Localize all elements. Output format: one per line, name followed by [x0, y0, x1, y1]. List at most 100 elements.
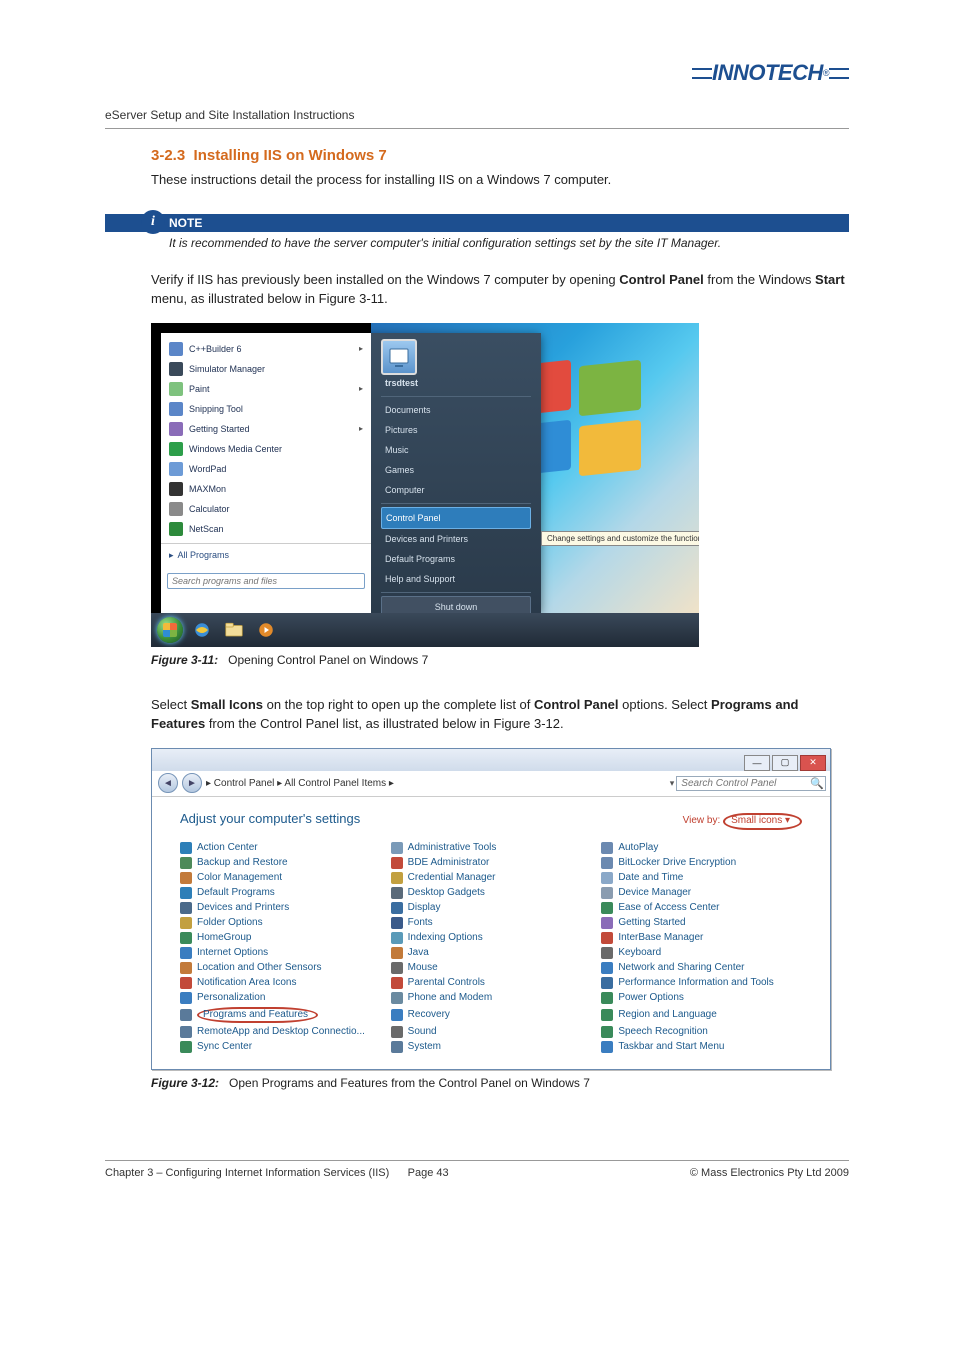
cp-item[interactable]: Taskbar and Start Menu [601, 1041, 802, 1053]
cp-item[interactable]: Display [391, 902, 592, 914]
cp-item[interactable]: Administrative Tools [391, 842, 592, 854]
app-icon [169, 522, 183, 536]
app-label: WordPad [189, 464, 226, 474]
cp-item[interactable]: Personalization [180, 992, 381, 1004]
nav-fwd-icon[interactable]: ► [182, 773, 202, 793]
start-app-item[interactable]: MAXMon [161, 479, 371, 499]
cp-search-input[interactable] [676, 776, 826, 791]
cp-item-label: Credential Manager [408, 872, 496, 883]
cp-item[interactable]: Ease of Access Center [601, 902, 802, 914]
cp-item[interactable]: Devices and Printers [180, 902, 381, 914]
taskbar-explorer-icon[interactable] [221, 619, 247, 641]
cp-item[interactable]: Indexing Options [391, 932, 592, 944]
nav-back-icon[interactable]: ◄ [158, 773, 178, 793]
cp-item[interactable]: Location and Other Sensors [180, 962, 381, 974]
control-panel-tooltip: Change settings and customize the functi… [541, 531, 699, 546]
cp-item[interactable]: Color Management [180, 872, 381, 884]
cp-view-by: View by: Small icons ▾ [683, 815, 802, 826]
cp-item[interactable]: Speech Recognition [601, 1026, 802, 1038]
cp-item[interactable]: Network and Sharing Center [601, 962, 802, 974]
cp-item[interactable]: Recovery [391, 1007, 592, 1023]
start-right-item[interactable]: Documents [381, 400, 531, 420]
cp-item-icon [391, 947, 403, 959]
cp-item[interactable]: BDE Administrator [391, 857, 592, 869]
app-icon [169, 442, 183, 456]
cp-item[interactable]: Backup and Restore [180, 857, 381, 869]
start-app-item[interactable]: Windows Media Center [161, 439, 371, 459]
cp-item-label: Fonts [408, 917, 433, 928]
cp-item[interactable]: System [391, 1041, 592, 1053]
start-button[interactable] [157, 617, 183, 643]
cp-item-icon [601, 932, 613, 944]
cp-item[interactable]: Region and Language [601, 1007, 802, 1023]
cp-item-label: Region and Language [618, 1009, 716, 1020]
min-button[interactable]: — [744, 755, 770, 771]
start-right-item[interactable]: Default Programs [381, 549, 531, 569]
start-right-item[interactable]: Help and Support [381, 569, 531, 589]
cp-item-icon [601, 917, 613, 929]
cp-item[interactable]: Power Options [601, 992, 802, 1004]
cp-item[interactable]: Getting Started [601, 917, 802, 929]
close-button[interactable]: ✕ [800, 755, 826, 771]
cp-item[interactable]: AutoPlay [601, 842, 802, 854]
cp-item[interactable]: RemoteApp and Desktop Connectio... [180, 1026, 381, 1038]
start-app-item[interactable]: Simulator Manager [161, 359, 371, 379]
user-avatar-icon [381, 339, 417, 375]
cp-item-icon [180, 872, 192, 884]
view-by-value[interactable]: Small icons ▾ [723, 813, 802, 830]
cp-item[interactable]: Java [391, 947, 592, 959]
search-icon[interactable]: 🔍 [810, 777, 824, 790]
cp-item[interactable]: HomeGroup [180, 932, 381, 944]
max-button[interactable]: ▢ [772, 755, 798, 771]
cp-item[interactable]: Programs and Features [180, 1007, 381, 1023]
cp-item[interactable]: Keyboard [601, 947, 802, 959]
start-app-item[interactable]: Getting Started▸ [161, 419, 371, 439]
cp-item-label: Phone and Modem [408, 992, 493, 1003]
start-right-item[interactable]: Computer [381, 480, 531, 500]
breadcrumb[interactable]: ▸ Control Panel ▸ All Control Panel Item… [206, 778, 394, 789]
start-search-input[interactable] [167, 573, 365, 589]
cp-item-label: Device Manager [618, 887, 691, 898]
taskbar-ie-icon[interactable] [189, 619, 215, 641]
cp-item[interactable]: Sound [391, 1026, 592, 1038]
cp-item[interactable]: Phone and Modem [391, 992, 592, 1004]
start-app-item[interactable]: Calculator [161, 499, 371, 519]
start-app-item[interactable]: Snipping Tool [161, 399, 371, 419]
cp-item[interactable]: Fonts [391, 917, 592, 929]
start-app-item[interactable]: C++Builder 6▸ [161, 339, 371, 359]
cp-item[interactable]: Device Manager [601, 887, 802, 899]
cp-item-icon [601, 1026, 613, 1038]
cp-item[interactable]: InterBase Manager [601, 932, 802, 944]
cp-item[interactable]: BitLocker Drive Encryption [601, 857, 802, 869]
cp-item[interactable]: Desktop Gadgets [391, 887, 592, 899]
submenu-arrow-icon: ▸ [359, 344, 363, 353]
cp-item[interactable]: Mouse [391, 962, 592, 974]
cp-item[interactable]: Action Center [180, 842, 381, 854]
start-right-item[interactable]: Devices and Printers [381, 529, 531, 549]
cp-item[interactable]: Date and Time [601, 872, 802, 884]
taskbar-wmp-icon[interactable] [253, 619, 279, 641]
cp-item-label: Sound [408, 1026, 437, 1037]
start-control-panel[interactable]: Control Panel [381, 507, 531, 529]
start-app-item[interactable]: Paint▸ [161, 379, 371, 399]
cp-item-icon [180, 917, 192, 929]
start-right-item[interactable]: Music [381, 440, 531, 460]
cp-item[interactable]: Default Programs [180, 887, 381, 899]
cp-item[interactable]: Internet Options [180, 947, 381, 959]
doc-title: eServer Setup and Site Installation Inst… [105, 108, 849, 122]
cp-item-icon [180, 932, 192, 944]
start-user-name[interactable]: trsdtest [381, 373, 531, 393]
start-app-item[interactable]: WordPad [161, 459, 371, 479]
start-app-item[interactable]: NetScan [161, 519, 371, 539]
cp-item[interactable]: Sync Center [180, 1041, 381, 1053]
cp-item[interactable]: Parental Controls [391, 977, 592, 989]
cp-item-icon [180, 962, 192, 974]
start-right-item[interactable]: Pictures [381, 420, 531, 440]
all-programs-link[interactable]: ▸All Programs [161, 543, 371, 567]
cp-item[interactable]: Credential Manager [391, 872, 592, 884]
start-right-item[interactable]: Games [381, 460, 531, 480]
cp-item[interactable]: Folder Options [180, 917, 381, 929]
cp-item-label: Network and Sharing Center [618, 962, 744, 973]
cp-item[interactable]: Notification Area Icons [180, 977, 381, 989]
cp-item[interactable]: Performance Information and Tools [601, 977, 802, 989]
